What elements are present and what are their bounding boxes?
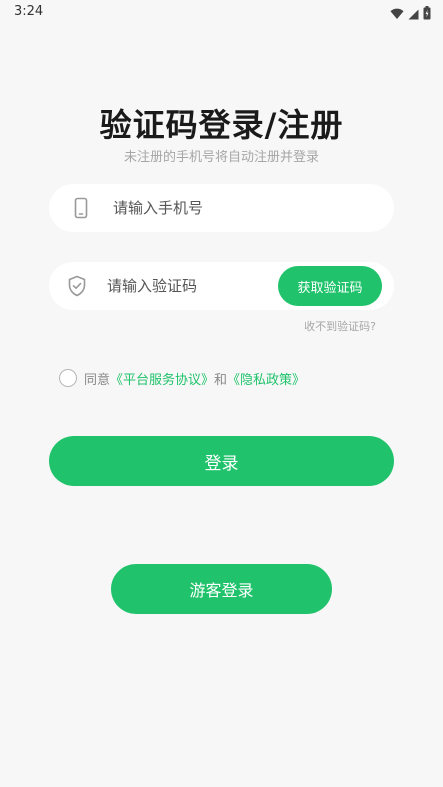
agreement-row: 同意 《平台服务协议》 和 《隐私政策》 xyxy=(59,368,305,388)
verification-code-field[interactable]: 获取验证码 xyxy=(49,262,394,310)
login-button[interactable]: 登录 xyxy=(49,436,394,486)
agreement-checkbox[interactable] xyxy=(59,369,77,387)
status-icons xyxy=(390,5,431,24)
terms-link[interactable]: 《平台服务协议》 xyxy=(110,369,214,388)
phone-field[interactable] xyxy=(49,184,394,232)
guest-login-button[interactable]: 游客登录 xyxy=(111,564,332,614)
agreement-conjunction: 和 xyxy=(214,372,228,388)
page-title: 验证码登录/注册 xyxy=(99,106,344,144)
phone-input[interactable] xyxy=(113,184,373,232)
status-bar: 3:24 xyxy=(0,0,443,24)
battery-icon xyxy=(423,5,431,24)
page-subtitle: 未注册的手机号将自动注册并登录 xyxy=(123,150,319,165)
status-time: 3:24 xyxy=(14,4,44,19)
code-not-received-link[interactable]: 收不到验证码? xyxy=(304,318,376,334)
verification-code-input[interactable] xyxy=(107,262,267,310)
signal-icon xyxy=(408,5,419,24)
agreement-prefix: 同意 xyxy=(84,372,111,388)
privacy-link[interactable]: 《隐私政策》 xyxy=(227,369,305,388)
phone-icon xyxy=(69,196,93,220)
shield-check-icon xyxy=(65,274,89,298)
get-code-button[interactable]: 获取验证码 xyxy=(278,266,382,306)
wifi-icon xyxy=(390,5,404,24)
